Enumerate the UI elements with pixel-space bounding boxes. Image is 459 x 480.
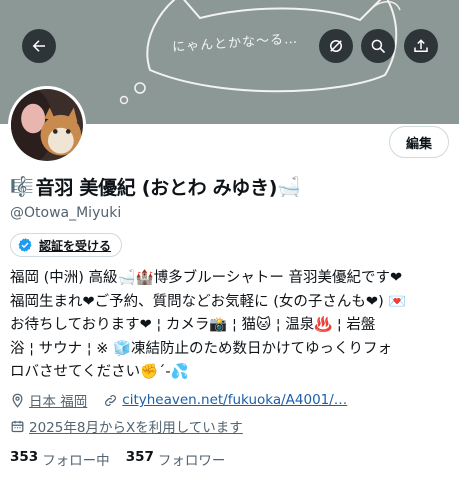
- share-icon: [414, 39, 428, 52]
- bathtub-icon: 🛁: [277, 176, 301, 198]
- search-icon: [371, 39, 385, 53]
- arrow-left-icon: [32, 40, 45, 52]
- back-button[interactable]: [22, 29, 56, 63]
- following-count[interactable]: 353: [10, 449, 38, 469]
- website-link[interactable]: cityheaven.net/fukuoka/A4001/…: [122, 392, 347, 408]
- verified-badge-icon: [18, 238, 32, 252]
- user-handle: @Otowa_Miyuki: [10, 205, 122, 221]
- get-verified-button[interactable]: 認証を受ける: [10, 233, 123, 257]
- joined-date[interactable]: 2025年8月からXを利用しています: [29, 416, 243, 436]
- avatar[interactable]: [8, 86, 86, 164]
- display-name-row: 🎼 音羽 美優紀 (おとわ みゆき) 🛁: [10, 173, 303, 200]
- display-name: 音羽 美優紀 (おとわ みゆき): [35, 177, 278, 199]
- share-button[interactable]: [404, 29, 438, 63]
- link-icon: [105, 394, 117, 406]
- joined-row: 2025年8月からXを利用しています: [10, 416, 243, 436]
- follow-stats: 353 フォロー中 357 フォロワー: [10, 449, 237, 469]
- avatar-photo: [11, 89, 83, 161]
- profile-bio: 福岡 (中洲) 高級🛁🏰博多ブルーシャトー 音羽美優紀です❤ 福岡生まれ❤ご予約…: [10, 270, 407, 380]
- profile-meta-row: 日本 福岡 cityheaven.net/fukuoka/A4001/…: [10, 390, 347, 410]
- mute-button[interactable]: [319, 29, 353, 63]
- edit-profile-button[interactable]: 編集: [389, 126, 449, 158]
- mute-icon: [330, 40, 342, 52]
- calendar-icon: [11, 420, 24, 432]
- music-score-icon: 🎼: [10, 176, 34, 198]
- search-button[interactable]: [361, 29, 395, 63]
- followers-label[interactable]: フォロワー: [158, 449, 226, 469]
- following-label[interactable]: フォロー中: [42, 449, 110, 469]
- followers-count[interactable]: 357: [126, 449, 154, 469]
- get-verified-label: 認証を受ける: [39, 238, 112, 253]
- location-pin-icon: [12, 393, 23, 408]
- location-text[interactable]: 日本 福岡: [29, 390, 87, 410]
